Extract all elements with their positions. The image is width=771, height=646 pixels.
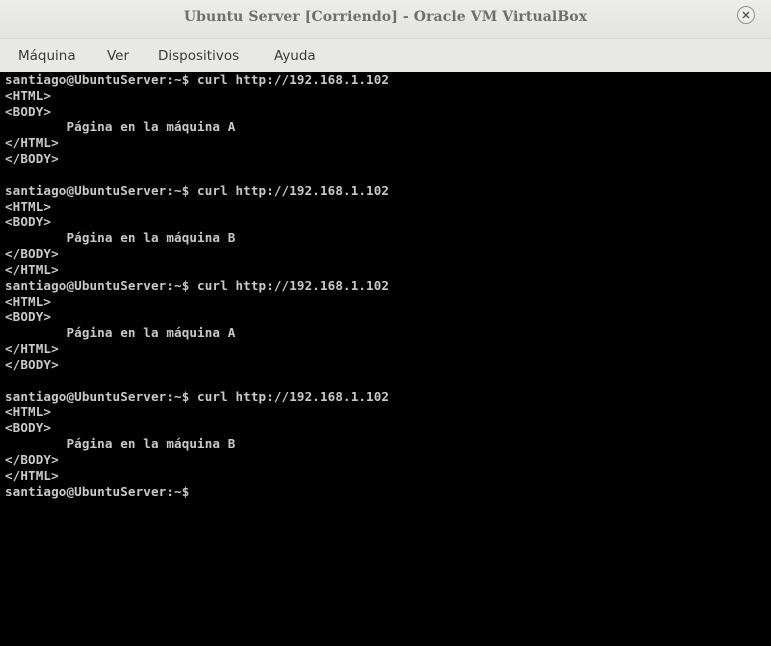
terminal-line: </HTML>	[5, 341, 59, 357]
terminal-line: </BODY>	[5, 451, 59, 467]
menu-dispositivos[interactable]: Dispositivos	[158, 48, 239, 64]
terminal-line: <BODY>	[5, 420, 52, 436]
terminal-line: santiago@UbuntuServer:~$ curl http://192…	[5, 72, 390, 87]
terminal-line: </HTML>	[5, 467, 59, 483]
menu-bar: Máquina Ver Dispositivos Ayuda	[0, 39, 771, 72]
terminal-line: <HTML>	[5, 404, 52, 420]
terminal-line: <BODY>	[5, 214, 52, 230]
window-title: Ubuntu Server [Corriendo] - Oracle VM Vi…	[183, 9, 588, 25]
terminal-line: santiago@UbuntuServer:~$ curl http://192…	[5, 388, 390, 404]
terminal-line: Página en la máquina A	[5, 325, 236, 341]
terminal-line: </BODY>	[5, 356, 59, 372]
terminal-line: <HTML>	[5, 293, 52, 309]
terminal-line: </HTML>	[5, 261, 59, 277]
terminal-line: Página en la máquina B	[5, 436, 236, 452]
terminal-line: <BODY>	[5, 309, 52, 325]
terminal-line: santiago@UbuntuServer:~$ curl http://192…	[5, 277, 390, 293]
terminal-line: santiago@UbuntuServer:~$	[5, 483, 190, 499]
terminal-line: </BODY>	[5, 246, 59, 262]
terminal-output: santiago@UbuntuServer:~$ curl http://192…	[0, 72, 771, 499]
title-bar[interactable]: Ubuntu Server [Corriendo] - Oracle VM Vi…	[0, 0, 771, 39]
terminal-line: Página en la máquina B	[5, 230, 236, 246]
terminal-line: Página en la máquina A	[5, 119, 236, 135]
menu-maquina[interactable]: Máquina	[18, 48, 76, 64]
virtualbox-window: Ubuntu Server [Corriendo] - Oracle VM Vi…	[0, 0, 771, 646]
vm-console[interactable]: santiago@UbuntuServer:~$ curl http://192…	[0, 72, 771, 646]
terminal-line: </BODY>	[5, 151, 59, 167]
close-icon[interactable]	[737, 6, 755, 24]
terminal-line: <HTML>	[5, 198, 52, 214]
menu-ayuda[interactable]: Ayuda	[274, 48, 316, 64]
terminal-line: </HTML>	[5, 135, 59, 151]
terminal-line: <HTML>	[5, 87, 52, 103]
terminal-line: <BODY>	[5, 103, 52, 119]
menu-ver[interactable]: Ver	[107, 48, 129, 64]
terminal-line: santiago@UbuntuServer:~$ curl http://192…	[5, 182, 390, 198]
